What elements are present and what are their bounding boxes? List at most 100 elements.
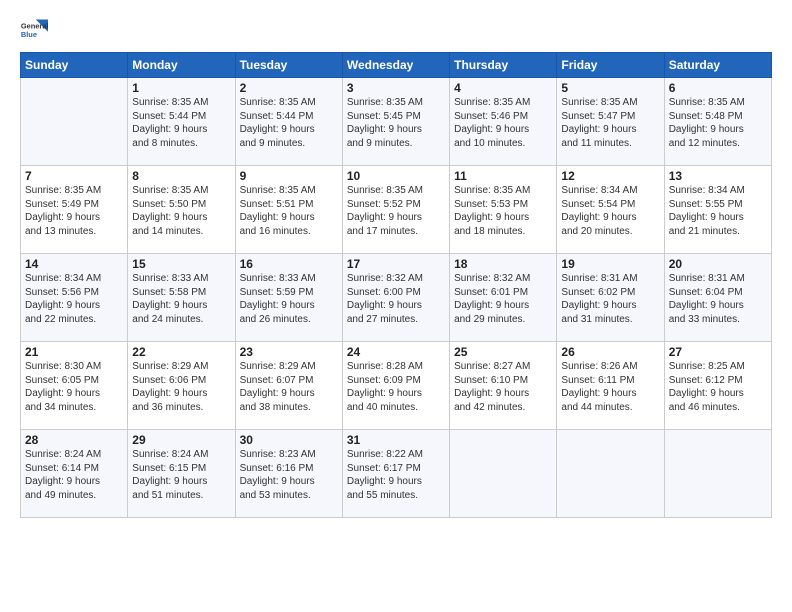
day-number: 7 [25, 169, 123, 183]
calendar-cell: 27Sunrise: 8:25 AMSunset: 6:12 PMDayligh… [664, 342, 771, 430]
day-info: Sunrise: 8:35 AMSunset: 5:46 PMDaylight:… [454, 96, 552, 150]
calendar-cell: 29Sunrise: 8:24 AMSunset: 6:15 PMDayligh… [128, 430, 235, 518]
day-info: Sunrise: 8:32 AMSunset: 6:00 PMDaylight:… [347, 272, 445, 326]
day-number: 20 [669, 257, 767, 271]
calendar-cell: 9Sunrise: 8:35 AMSunset: 5:51 PMDaylight… [235, 166, 342, 254]
calendar-cell: 22Sunrise: 8:29 AMSunset: 6:06 PMDayligh… [128, 342, 235, 430]
weekday-header-tuesday: Tuesday [235, 53, 342, 78]
day-number: 12 [561, 169, 659, 183]
day-number: 30 [240, 433, 338, 447]
calendar-table: SundayMondayTuesdayWednesdayThursdayFrid… [20, 52, 772, 518]
weekday-header-thursday: Thursday [450, 53, 557, 78]
day-info: Sunrise: 8:31 AMSunset: 6:02 PMDaylight:… [561, 272, 659, 326]
day-info: Sunrise: 8:29 AMSunset: 6:06 PMDaylight:… [132, 360, 230, 414]
day-number: 27 [669, 345, 767, 359]
calendar-cell [21, 78, 128, 166]
day-number: 21 [25, 345, 123, 359]
day-info: Sunrise: 8:24 AMSunset: 6:14 PMDaylight:… [25, 448, 123, 502]
day-number: 2 [240, 81, 338, 95]
day-info: Sunrise: 8:28 AMSunset: 6:09 PMDaylight:… [347, 360, 445, 414]
day-number: 10 [347, 169, 445, 183]
day-number: 9 [240, 169, 338, 183]
day-info: Sunrise: 8:31 AMSunset: 6:04 PMDaylight:… [669, 272, 767, 326]
calendar-cell: 5Sunrise: 8:35 AMSunset: 5:47 PMDaylight… [557, 78, 664, 166]
calendar-cell: 24Sunrise: 8:28 AMSunset: 6:09 PMDayligh… [342, 342, 449, 430]
calendar-cell: 25Sunrise: 8:27 AMSunset: 6:10 PMDayligh… [450, 342, 557, 430]
day-info: Sunrise: 8:34 AMSunset: 5:56 PMDaylight:… [25, 272, 123, 326]
weekday-header-saturday: Saturday [664, 53, 771, 78]
day-info: Sunrise: 8:35 AMSunset: 5:48 PMDaylight:… [669, 96, 767, 150]
calendar-cell: 20Sunrise: 8:31 AMSunset: 6:04 PMDayligh… [664, 254, 771, 342]
day-number: 25 [454, 345, 552, 359]
day-number: 6 [669, 81, 767, 95]
calendar-cell: 3Sunrise: 8:35 AMSunset: 5:45 PMDaylight… [342, 78, 449, 166]
calendar-cell: 7Sunrise: 8:35 AMSunset: 5:49 PMDaylight… [21, 166, 128, 254]
day-info: Sunrise: 8:23 AMSunset: 6:16 PMDaylight:… [240, 448, 338, 502]
day-info: Sunrise: 8:29 AMSunset: 6:07 PMDaylight:… [240, 360, 338, 414]
day-info: Sunrise: 8:33 AMSunset: 5:58 PMDaylight:… [132, 272, 230, 326]
day-info: Sunrise: 8:35 AMSunset: 5:52 PMDaylight:… [347, 184, 445, 238]
day-number: 16 [240, 257, 338, 271]
calendar-cell: 26Sunrise: 8:26 AMSunset: 6:11 PMDayligh… [557, 342, 664, 430]
calendar-body: 1Sunrise: 8:35 AMSunset: 5:44 PMDaylight… [21, 78, 772, 518]
day-info: Sunrise: 8:35 AMSunset: 5:51 PMDaylight:… [240, 184, 338, 238]
day-info: Sunrise: 8:35 AMSunset: 5:44 PMDaylight:… [240, 96, 338, 150]
day-info: Sunrise: 8:35 AMSunset: 5:50 PMDaylight:… [132, 184, 230, 238]
calendar-cell [450, 430, 557, 518]
calendar-cell: 30Sunrise: 8:23 AMSunset: 6:16 PMDayligh… [235, 430, 342, 518]
day-number: 11 [454, 169, 552, 183]
calendar-cell: 21Sunrise: 8:30 AMSunset: 6:05 PMDayligh… [21, 342, 128, 430]
calendar-week-3: 14Sunrise: 8:34 AMSunset: 5:56 PMDayligh… [21, 254, 772, 342]
day-info: Sunrise: 8:35 AMSunset: 5:53 PMDaylight:… [454, 184, 552, 238]
calendar-cell: 16Sunrise: 8:33 AMSunset: 5:59 PMDayligh… [235, 254, 342, 342]
calendar-cell: 10Sunrise: 8:35 AMSunset: 5:52 PMDayligh… [342, 166, 449, 254]
calendar-cell: 31Sunrise: 8:22 AMSunset: 6:17 PMDayligh… [342, 430, 449, 518]
calendar-cell: 18Sunrise: 8:32 AMSunset: 6:01 PMDayligh… [450, 254, 557, 342]
day-info: Sunrise: 8:22 AMSunset: 6:17 PMDaylight:… [347, 448, 445, 502]
day-info: Sunrise: 8:35 AMSunset: 5:49 PMDaylight:… [25, 184, 123, 238]
weekday-header-row: SundayMondayTuesdayWednesdayThursdayFrid… [21, 53, 772, 78]
day-info: Sunrise: 8:24 AMSunset: 6:15 PMDaylight:… [132, 448, 230, 502]
calendar-cell: 8Sunrise: 8:35 AMSunset: 5:50 PMDaylight… [128, 166, 235, 254]
calendar-cell [557, 430, 664, 518]
calendar-cell: 19Sunrise: 8:31 AMSunset: 6:02 PMDayligh… [557, 254, 664, 342]
calendar-cell: 4Sunrise: 8:35 AMSunset: 5:46 PMDaylight… [450, 78, 557, 166]
day-number: 15 [132, 257, 230, 271]
day-number: 24 [347, 345, 445, 359]
day-number: 8 [132, 169, 230, 183]
day-number: 18 [454, 257, 552, 271]
day-number: 19 [561, 257, 659, 271]
day-number: 23 [240, 345, 338, 359]
day-number: 31 [347, 433, 445, 447]
day-info: Sunrise: 8:26 AMSunset: 6:11 PMDaylight:… [561, 360, 659, 414]
calendar-cell: 17Sunrise: 8:32 AMSunset: 6:00 PMDayligh… [342, 254, 449, 342]
weekday-header-monday: Monday [128, 53, 235, 78]
weekday-header-wednesday: Wednesday [342, 53, 449, 78]
calendar-week-2: 7Sunrise: 8:35 AMSunset: 5:49 PMDaylight… [21, 166, 772, 254]
calendar-week-5: 28Sunrise: 8:24 AMSunset: 6:14 PMDayligh… [21, 430, 772, 518]
day-info: Sunrise: 8:27 AMSunset: 6:10 PMDaylight:… [454, 360, 552, 414]
svg-text:Blue: Blue [21, 30, 37, 39]
day-info: Sunrise: 8:35 AMSunset: 5:44 PMDaylight:… [132, 96, 230, 150]
day-info: Sunrise: 8:33 AMSunset: 5:59 PMDaylight:… [240, 272, 338, 326]
weekday-header-sunday: Sunday [21, 53, 128, 78]
day-info: Sunrise: 8:34 AMSunset: 5:55 PMDaylight:… [669, 184, 767, 238]
day-info: Sunrise: 8:35 AMSunset: 5:47 PMDaylight:… [561, 96, 659, 150]
calendar-week-1: 1Sunrise: 8:35 AMSunset: 5:44 PMDaylight… [21, 78, 772, 166]
calendar-cell: 11Sunrise: 8:35 AMSunset: 5:53 PMDayligh… [450, 166, 557, 254]
logo: General Blue [20, 16, 48, 44]
day-number: 26 [561, 345, 659, 359]
calendar-cell: 12Sunrise: 8:34 AMSunset: 5:54 PMDayligh… [557, 166, 664, 254]
day-number: 17 [347, 257, 445, 271]
calendar-cell: 23Sunrise: 8:29 AMSunset: 6:07 PMDayligh… [235, 342, 342, 430]
calendar-cell: 2Sunrise: 8:35 AMSunset: 5:44 PMDaylight… [235, 78, 342, 166]
day-number: 22 [132, 345, 230, 359]
svg-text:General: General [21, 21, 48, 30]
day-number: 13 [669, 169, 767, 183]
weekday-header-friday: Friday [557, 53, 664, 78]
calendar-cell: 1Sunrise: 8:35 AMSunset: 5:44 PMDaylight… [128, 78, 235, 166]
day-number: 28 [25, 433, 123, 447]
calendar-cell: 14Sunrise: 8:34 AMSunset: 5:56 PMDayligh… [21, 254, 128, 342]
calendar-cell: 6Sunrise: 8:35 AMSunset: 5:48 PMDaylight… [664, 78, 771, 166]
day-number: 3 [347, 81, 445, 95]
